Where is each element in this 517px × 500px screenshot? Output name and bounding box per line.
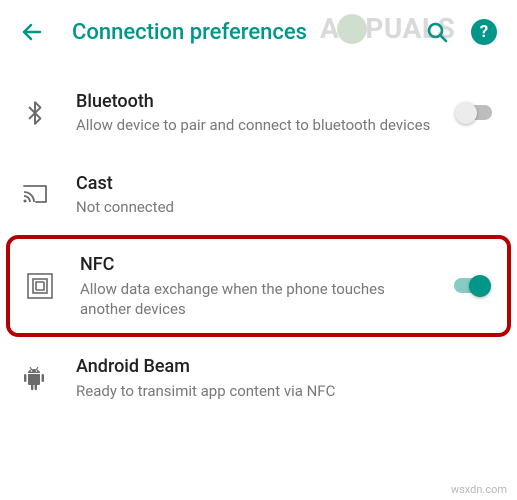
item-title: Cast <box>76 172 483 195</box>
item-subtitle: Ready to transimit app content via NFC <box>76 381 483 401</box>
header-actions: ? <box>425 19 497 45</box>
help-button[interactable]: ? <box>471 19 497 45</box>
switch-thumb <box>455 102 477 124</box>
item-subtitle: Allow device to pair and connect to blue… <box>76 115 443 135</box>
item-body: NFC Allow data exchange when the phone t… <box>80 253 451 319</box>
nfc-toggle[interactable] <box>451 274 491 298</box>
item-android-beam[interactable]: Android Beam Ready to transimit app cont… <box>0 337 517 419</box>
settings-list: Bluetooth Allow device to pair and conne… <box>0 64 517 427</box>
nfc-icon <box>26 272 68 300</box>
item-subtitle: Allow data exchange when the phone touch… <box>80 279 439 320</box>
item-body: Cast Not connected <box>76 172 495 218</box>
android-icon <box>22 365 64 391</box>
item-body: Android Beam Ready to transimit app cont… <box>76 355 495 401</box>
cast-icon <box>22 183 64 205</box>
bluetooth-toggle[interactable] <box>455 101 495 125</box>
back-button[interactable] <box>20 20 44 44</box>
question-mark-icon: ? <box>480 22 488 42</box>
search-icon <box>425 20 449 44</box>
item-body: Bluetooth Allow device to pair and conne… <box>76 90 455 136</box>
page-title: Connection preferences <box>72 20 425 45</box>
item-title: NFC <box>80 253 439 276</box>
item-title: Android Beam <box>76 355 483 378</box>
item-subtitle: Not connected <box>76 197 483 217</box>
search-button[interactable] <box>425 20 449 44</box>
item-nfc[interactable]: NFC Allow data exchange when the phone t… <box>6 235 511 337</box>
item-cast[interactable]: Cast Not connected <box>0 154 517 236</box>
source-watermark: wsxdn.com <box>451 483 507 496</box>
item-title: Bluetooth <box>76 90 443 113</box>
app-header: Connection preferences ? <box>0 0 517 64</box>
arrow-left-icon <box>20 20 44 44</box>
switch-thumb <box>469 275 491 297</box>
bluetooth-icon <box>22 100 64 126</box>
item-bluetooth[interactable]: Bluetooth Allow device to pair and conne… <box>0 72 517 154</box>
